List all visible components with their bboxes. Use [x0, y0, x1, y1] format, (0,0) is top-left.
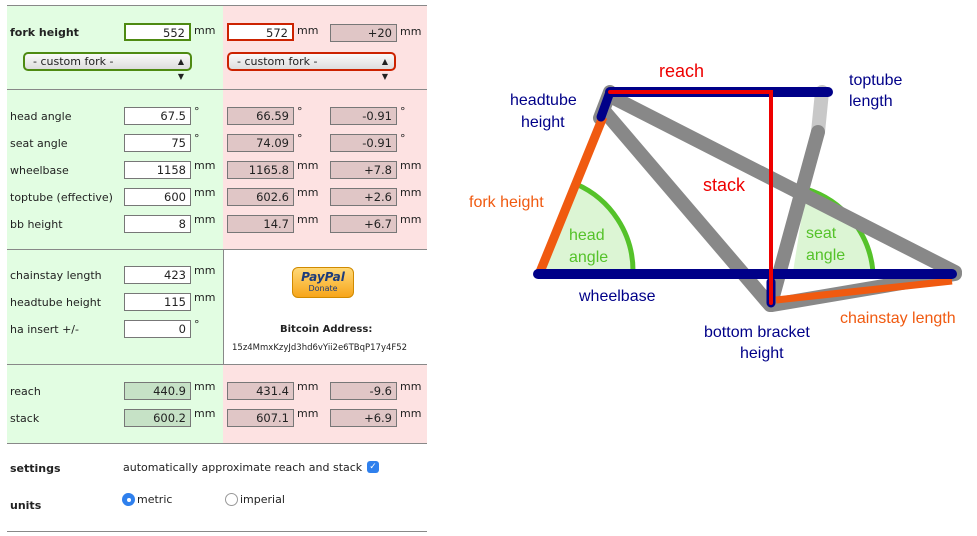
stack-text: stack [703, 175, 746, 195]
seat-angle-text: seat [806, 225, 837, 242]
wheelbase-text: wheelbase [578, 288, 656, 305]
head-angle-text: angle [569, 249, 608, 266]
head-angle-text: head [569, 227, 605, 244]
headtube-text: height [521, 114, 565, 131]
headtube-text: headtube [510, 92, 577, 109]
geometry-diagram: reach stack toptube length headtube heig… [469, 61, 962, 362]
bb-text: bottom bracket [704, 324, 810, 341]
toptube-text: toptube [849, 72, 902, 89]
toptube-text: length [849, 93, 893, 110]
seat-angle-text: angle [806, 247, 845, 264]
fork-text: fork height [469, 194, 544, 211]
bb-text: height [740, 345, 784, 362]
reach-text: reach [659, 61, 704, 81]
chainstay-text: chainstay length [840, 310, 956, 327]
